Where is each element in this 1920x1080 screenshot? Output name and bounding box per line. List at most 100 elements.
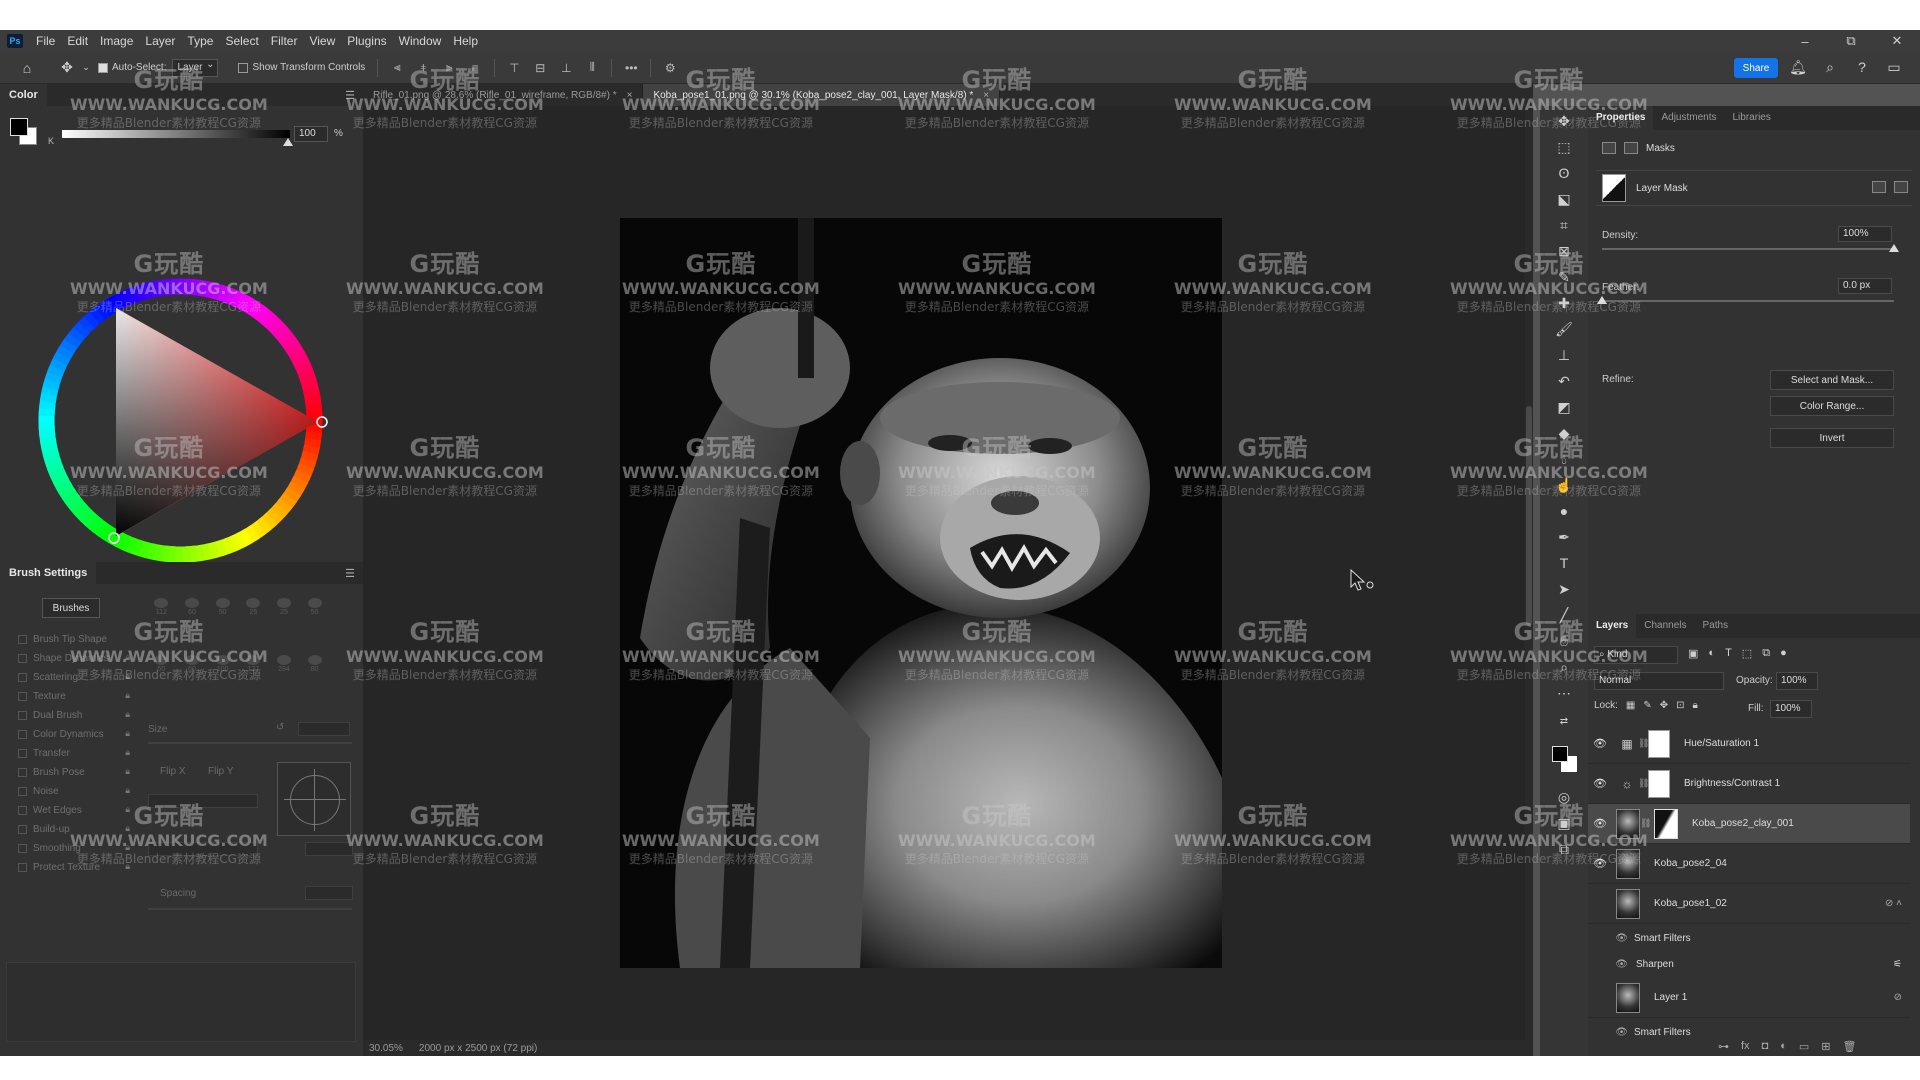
history-brush-tool-icon[interactable]: ↶ [1552, 370, 1576, 392]
brush-option[interactable]: Dual Brush 🔒︎ [18, 709, 130, 721]
flip-y-label[interactable]: Flip Y [208, 766, 233, 777]
blend-mode-dropdown[interactable]: Normal [1594, 672, 1724, 690]
align-bottom-icon[interactable]: ⊥ [553, 57, 579, 79]
tab-brush-settings[interactable]: Brush Settings [0, 562, 97, 584]
close-button[interactable]: ✕ [1874, 30, 1920, 52]
tab-paths[interactable]: Paths [1695, 614, 1737, 638]
hardness-field[interactable] [305, 842, 353, 856]
share-button[interactable]: Share [1734, 58, 1778, 78]
layer-thumbnail[interactable] [1616, 848, 1640, 879]
zoom-tool-icon[interactable]: ⌕ [1552, 656, 1576, 678]
adjustment-layer-icon[interactable]: ◐ [1780, 1040, 1787, 1053]
eye-icon[interactable]: 👁︎ [1588, 777, 1612, 790]
line-tool-icon[interactable]: ╱ [1552, 604, 1576, 626]
layer-mask-thumbnail[interactable] [1648, 769, 1670, 798]
lock-transparent-icon[interactable]: ▦ [1626, 700, 1635, 711]
layer-row[interactable]: 👁︎ ▦ ⛓︎ Hue/Saturation 1 [1588, 724, 1910, 764]
move-tool-icon[interactable]: ✥ [1552, 110, 1576, 132]
lock-icon[interactable]: 🔒︎ [125, 671, 130, 682]
menu-type[interactable]: Type [181, 30, 219, 52]
paint-bucket-tool-icon[interactable]: ◆ [1552, 422, 1576, 444]
smudge-tool-icon[interactable]: ☝ [1552, 474, 1576, 496]
brush-option[interactable]: Build-up 🔒︎ [18, 823, 130, 835]
eyedropper-tool-icon[interactable]: ✎ [1552, 266, 1576, 288]
layer-row[interactable]: 👁︎ ☼ ⛓︎ Brightness/Contrast 1 [1588, 764, 1910, 804]
brush-option[interactable]: Transfer 🔒︎ [18, 747, 130, 759]
align-right-icon[interactable]: ⫸ [436, 57, 462, 79]
pixel-mask-icon[interactable] [1602, 142, 1616, 154]
layer-row[interactable]: 👁︎ Koba_pose1_02 ⊘ ˄ [1588, 884, 1910, 924]
color-range-button[interactable]: Color Range... [1770, 396, 1894, 416]
type-tool-icon[interactable]: T [1552, 552, 1576, 574]
group-icon[interactable]: ▭ [1799, 1040, 1809, 1053]
fx-icon[interactable]: fx [1741, 1040, 1750, 1053]
angle-field[interactable] [148, 794, 258, 808]
layer-mask-thumbnail[interactable] [1648, 729, 1670, 758]
quick-mask-icon[interactable]: ◎ [1552, 786, 1576, 808]
slider-thumb-icon[interactable] [1889, 244, 1899, 252]
auto-select-target-dropdown[interactable]: Layer [172, 57, 219, 77]
slider-thumb-icon[interactable] [1597, 296, 1607, 304]
shape-filter-icon[interactable]: ⬚ [1742, 647, 1752, 660]
slider-thumb-icon[interactable] [283, 138, 293, 146]
eye-icon[interactable]: 👁︎ [1588, 1027, 1628, 1038]
checkbox-icon[interactable] [18, 863, 27, 872]
brush-tip[interactable]: 50 [209, 598, 236, 651]
brush-option[interactable]: Scattering 🔒︎ [18, 671, 130, 683]
eye-icon[interactable]: 👁︎ [1588, 737, 1612, 750]
brushes-button[interactable]: Brushes [42, 598, 100, 618]
checkbox-icon[interactable] [18, 787, 27, 796]
crop-tool-icon[interactable]: ⌗ [1552, 214, 1576, 236]
more-options-icon[interactable]: ••• [618, 57, 644, 79]
filter-options-icon[interactable]: ⚟ [1893, 959, 1902, 970]
chevron-down-icon[interactable]: ⌄ [80, 57, 92, 79]
frame-tool-icon[interactable]: ⊠ [1552, 240, 1576, 262]
brush-tip[interactable]: 25 [271, 598, 298, 651]
brush-tip[interactable]: 112 [148, 598, 175, 651]
lock-icon[interactable]: 🔒︎ [125, 728, 130, 739]
brush-tip[interactable]: 100 [209, 655, 236, 708]
align-left-icon[interactable]: ⫷ [384, 57, 410, 79]
lock-icon[interactable]: 🔒︎ [125, 652, 130, 663]
link-layers-icon[interactable]: ⊶ [1718, 1040, 1729, 1053]
lock-icon[interactable]: 🔒︎ [125, 842, 130, 853]
layer-thumbnail[interactable] [1616, 982, 1640, 1013]
select-and-mask-button[interactable]: Select and Mask... [1770, 370, 1894, 390]
smart-object-filter-icon[interactable]: ⧉ [1762, 647, 1770, 660]
checkbox-icon[interactable] [18, 806, 27, 815]
canvas-vertical-scrollbar[interactable] [1525, 106, 1533, 1040]
healing-brush-tool-icon[interactable]: ✚ [1552, 292, 1576, 314]
spacing-field[interactable] [305, 886, 353, 900]
lock-icon[interactable]: 🔒︎ [125, 823, 130, 834]
checkbox-icon[interactable] [18, 768, 27, 777]
density-slider[interactable] [1602, 248, 1894, 250]
screen-mode-icon[interactable]: ▣ [1552, 812, 1576, 834]
brush-angle-preview[interactable] [277, 762, 351, 836]
tab-koba-document[interactable]: Koba_pose1_01.png @ 30.1% (Koba_pose2_cl… [643, 84, 1001, 106]
more-tools-icon[interactable]: ⋯ [1552, 682, 1576, 704]
lock-artboard-icon[interactable]: ⊡ [1676, 700, 1684, 711]
checkbox-icon[interactable] [18, 844, 27, 853]
layer-row[interactable]: 👁︎ ⛓︎ Koba_pose2_clay_001 [1588, 804, 1910, 844]
brush-option[interactable]: Smoothing 🔒︎ [18, 842, 130, 854]
trash-icon[interactable]: 🗑︎ [1843, 1040, 1857, 1053]
tool-color-swatches[interactable] [1552, 746, 1580, 776]
search-icon[interactable]: ⌕ [1814, 56, 1846, 78]
brush-option[interactable]: Shape Dynamics 🔒︎ [18, 652, 130, 664]
eye-icon[interactable]: 👁︎ [1588, 897, 1612, 910]
dodge-tool-icon[interactable]: ● [1552, 500, 1576, 522]
reset-icon[interactable]: ↺ [276, 722, 284, 733]
brush-option[interactable]: Brush Tip Shape [18, 634, 130, 645]
menu-window[interactable]: Window [393, 30, 448, 52]
menu-filter[interactable]: Filter [265, 30, 304, 52]
fill-field[interactable]: 100% [1770, 700, 1812, 718]
blur-tool-icon[interactable]: 💧︎ [1552, 448, 1576, 470]
close-icon[interactable]: × [627, 90, 633, 101]
size-slider[interactable] [148, 742, 352, 744]
tab-adjustments[interactable]: Adjustments [1653, 106, 1724, 130]
opacity-field[interactable]: 100% [1776, 672, 1818, 690]
flip-x-label[interactable]: Flip X [160, 766, 186, 777]
k-channel-slider[interactable] [62, 130, 290, 138]
layer-row[interactable]: 👁︎ Koba_pose2_04 [1588, 844, 1910, 884]
layer-mask-thumbnail[interactable] [1654, 808, 1678, 839]
